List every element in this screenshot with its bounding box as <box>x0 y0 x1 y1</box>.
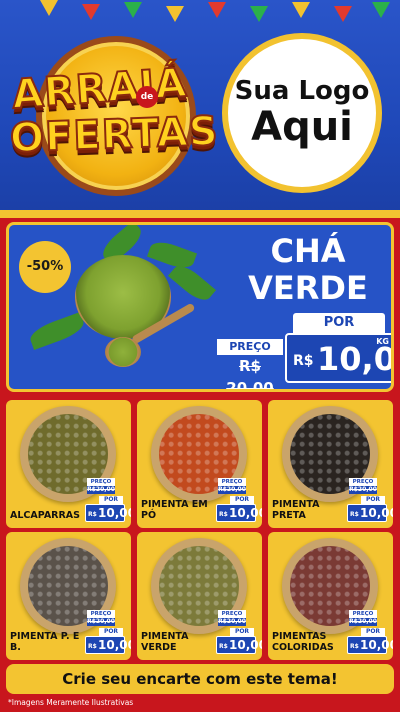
featured-product[interactable]: -50% CHÁ VERDE POR PREÇO R$ 20,00 R$ 10,… <box>6 222 394 392</box>
product-name: PIMENTA P. E B. <box>10 631 80 654</box>
old-price: R$20,00 <box>87 486 115 494</box>
price-box: R$10,00 <box>85 504 131 522</box>
product-name: PIMENTA VERDE <box>141 631 189 654</box>
por-label: POR <box>99 628 123 636</box>
hero-unit: KG <box>376 337 389 346</box>
price-tag: PREÇOR$20,00 PORR$10,00 <box>85 610 131 654</box>
disclaimer-text: *Imagens Meramente Ilustrativas <box>8 698 134 707</box>
bunting-flag <box>292 2 310 18</box>
old-price: R$20,00 <box>87 618 115 626</box>
por-label: POR <box>361 496 385 504</box>
preco-label: PREÇO <box>349 478 377 486</box>
leaf-icon <box>27 312 87 350</box>
discount-badge: -50% <box>19 241 71 293</box>
bunting-flag <box>82 4 100 20</box>
leaf-icon <box>167 260 217 306</box>
price-tag: PREÇOR$20,00 PORR$10,00 <box>347 610 393 654</box>
currency: R$ <box>219 643 228 650</box>
price-tag: PREÇOR$20,00 PORR$10,00 <box>216 478 262 522</box>
product-card[interactable]: PIMENTAS COLORIDAS PREÇOR$20,00 PORR$10,00 <box>268 532 393 660</box>
price-value: 10,00 <box>360 506 393 520</box>
por-label: POR <box>230 496 254 504</box>
preco-label: PREÇO <box>87 478 115 486</box>
product-name: PIMENTAS COLORIDAS <box>272 631 334 654</box>
por-label: POR <box>361 628 385 636</box>
hero-currency: R$ <box>293 353 314 369</box>
bunting-flag <box>40 0 58 16</box>
price-box: R$10,00 <box>85 636 131 654</box>
header-stripe <box>0 210 400 218</box>
logo-text-line2: Aqui <box>251 103 353 150</box>
preco-label: PREÇO <box>349 610 377 618</box>
header-banner: ARRAIÁ de OFERTAS Sua Logo Aqui <box>0 0 400 218</box>
cta-banner[interactable]: Crie seu encarte com este tema! <box>6 664 394 694</box>
price-box: R$10,00 <box>216 504 262 522</box>
hero-preco-label: PREÇO <box>217 339 283 355</box>
product-card[interactable]: PIMENTA EM PÓ PREÇOR$20,00 PORR$10,00 <box>137 400 262 528</box>
preco-label: PREÇO <box>87 610 115 618</box>
bunting-flag <box>250 6 268 22</box>
price-value: 10,00 <box>360 638 393 652</box>
price-tag: PREÇOR$20,00 PORR$10,00 <box>347 478 393 522</box>
product-name: PIMENTA EM PÓ <box>141 499 208 522</box>
bunting-flag <box>124 2 142 18</box>
price-value: 10,00 <box>229 506 262 520</box>
price-box: R$10,00 <box>347 636 393 654</box>
old-price: R$20,00 <box>349 486 377 494</box>
hero-old-price: R$ 20,00 <box>226 357 274 392</box>
product-card[interactable]: PIMENTA VERDE PREÇOR$20,00 PORR$10,00 <box>137 532 262 660</box>
product-card[interactable]: PIMENTA PRETA PREÇOR$20,00 PORR$10,00 <box>268 400 393 528</box>
badge-title-line2: OFERTAS <box>8 107 220 162</box>
currency: R$ <box>350 643 359 650</box>
currency: R$ <box>88 643 97 650</box>
product-card[interactable]: PIMENTA P. E B. PREÇOR$20,00 PORR$10,00 <box>6 532 131 660</box>
bunting-flag <box>208 2 226 18</box>
por-label: POR <box>99 496 123 504</box>
bunting-flag <box>334 6 352 22</box>
arraia-ofertas-logo: ARRAIÁ de OFERTAS <box>8 28 222 200</box>
preco-label: PREÇO <box>218 478 246 486</box>
price-tag: PREÇOR$20,00 PORR$10,00 <box>216 610 262 654</box>
price-box: R$10,00 <box>347 504 393 522</box>
price-value: 10,00 <box>98 506 131 520</box>
hero-old-price-block: PREÇO R$ 20,00 <box>217 339 283 392</box>
logo-placeholder[interactable]: Sua Logo Aqui <box>222 33 382 193</box>
price-tag: PREÇOR$20,00 PORR$10,00 <box>85 478 131 522</box>
price-value: 10,00 <box>98 638 131 652</box>
product-name: PIMENTA PRETA <box>272 499 320 522</box>
bunting-flag <box>166 6 184 22</box>
currency: R$ <box>219 511 228 518</box>
currency: R$ <box>350 511 359 518</box>
logo-text-line1: Sua Logo <box>234 76 370 107</box>
hero-por-label: POR <box>293 313 385 333</box>
product-name: ALCAPARRAS <box>10 510 80 522</box>
product-card[interactable]: ALCAPARRAS PREÇOR$20,00 PORR$10,00 <box>6 400 131 528</box>
price-box: R$10,00 <box>216 636 262 654</box>
hero-product-title: CHÁ VERDE <box>248 232 368 307</box>
bunting-flag <box>372 2 390 18</box>
badge-de: de <box>136 86 158 108</box>
hero-price-box: R$ 10,00 KG <box>285 333 391 383</box>
por-label: POR <box>230 628 254 636</box>
old-price: R$20,00 <box>349 618 377 626</box>
old-price: R$20,00 <box>218 618 246 626</box>
price-value: 10,00 <box>229 638 262 652</box>
old-price: R$20,00 <box>218 486 246 494</box>
preco-label: PREÇO <box>218 610 246 618</box>
spoon-image <box>105 337 141 367</box>
currency: R$ <box>88 511 97 518</box>
